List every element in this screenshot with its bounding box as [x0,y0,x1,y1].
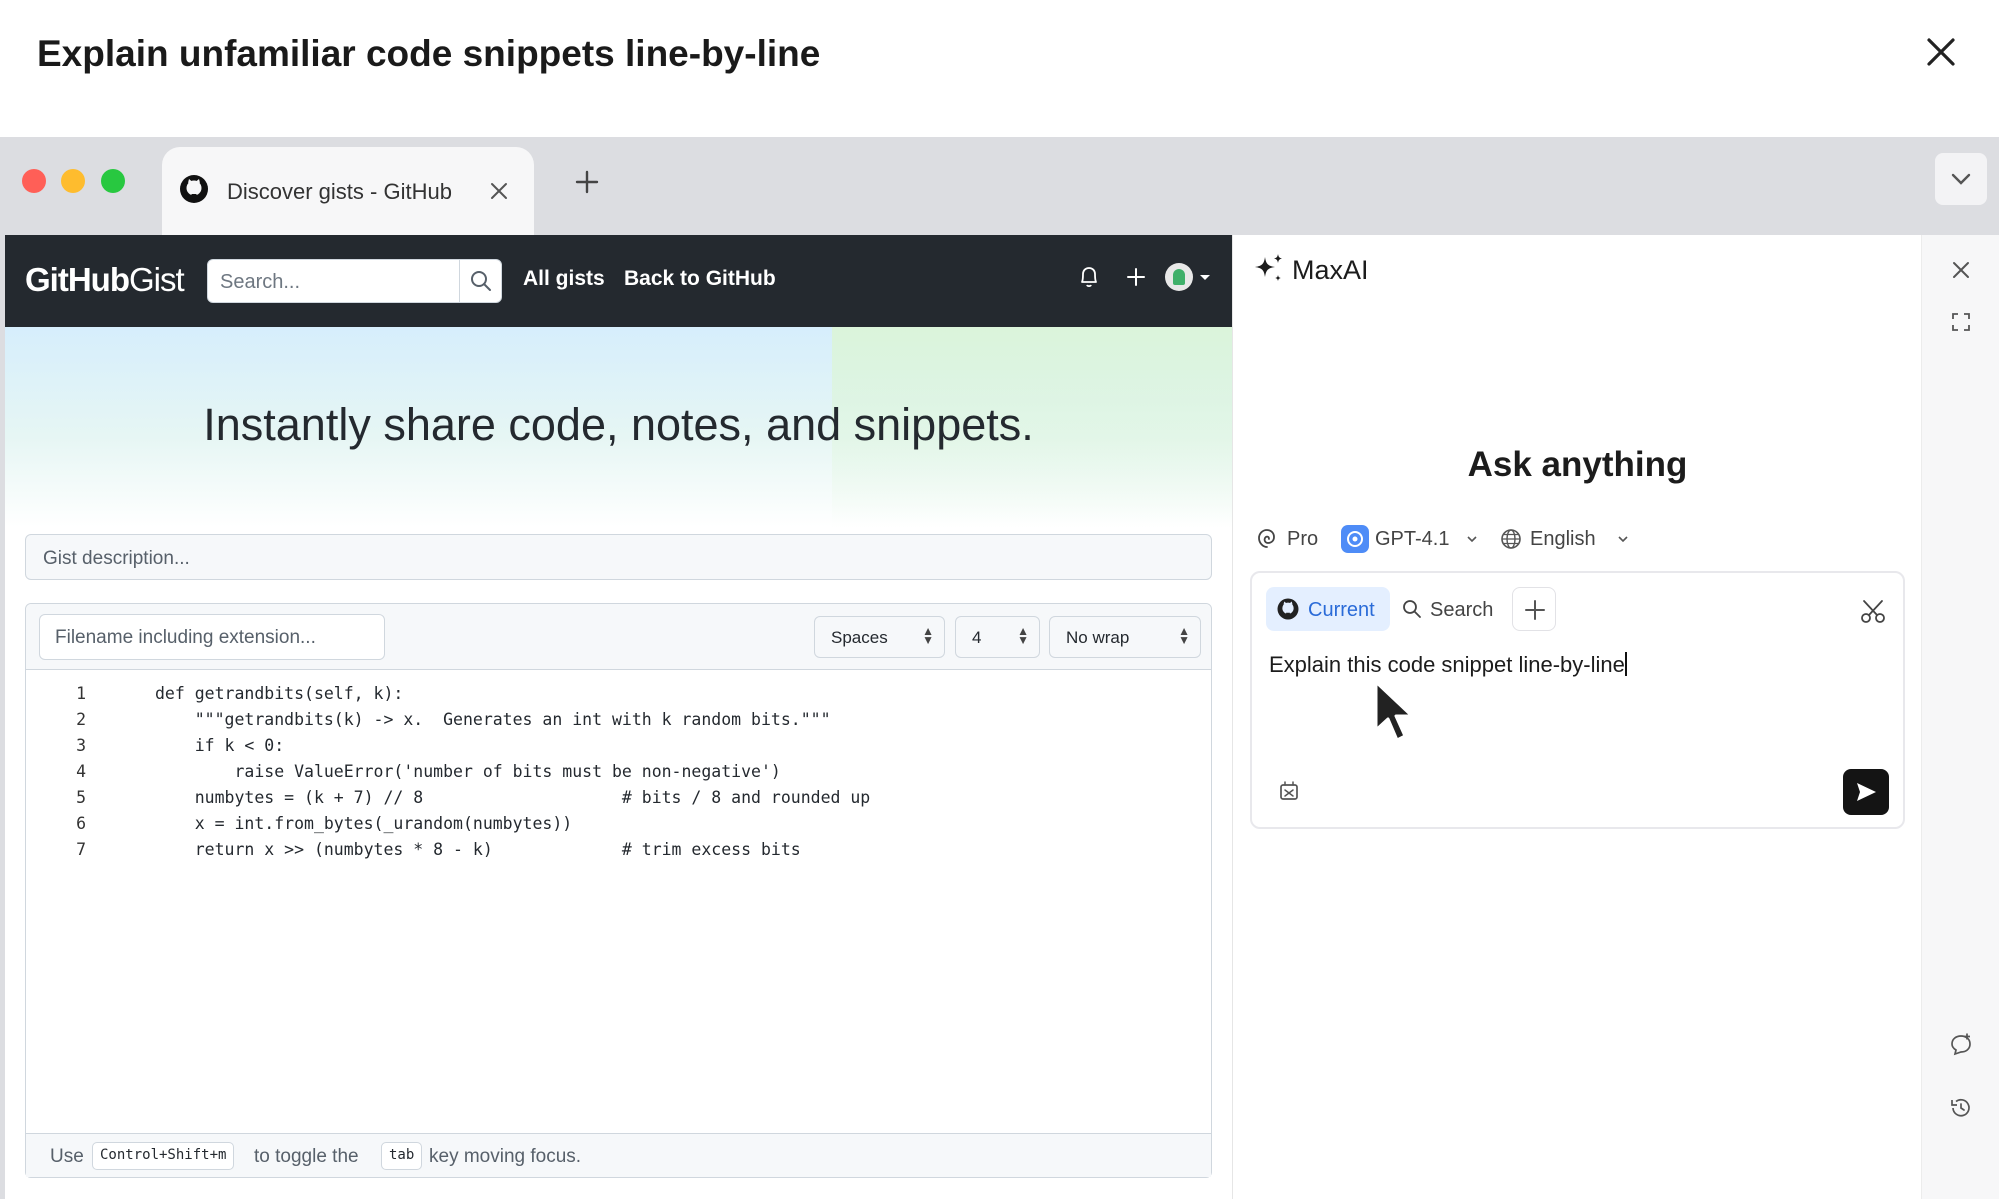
search-placeholder: Search... [220,271,301,293]
maxai-side-rail [1921,235,1999,1199]
select-arrows-icon: ▲ ▼ [1178,624,1190,647]
globe-icon [1501,529,1521,549]
gist-search-input[interactable]: Search... [207,259,502,303]
github-icon [1277,598,1299,620]
context-search-button[interactable]: Search [1394,587,1506,631]
history-icon[interactable] [1948,1095,1974,1121]
avatar[interactable] [1165,263,1193,291]
context-current-button[interactable]: Current [1266,587,1390,631]
code-line: 5 numbytes = (k + 7) // 8 # bits / 8 and… [76,788,871,807]
text-caret [1624,652,1627,676]
plus-icon[interactable] [572,167,602,197]
editor-footer: Use Control+Shift+m to toggle the tab ke… [26,1133,1211,1177]
wrap-mode-select[interactable]: No wrap ▲ ▼ [1049,616,1201,658]
ask-heading: Ask anything [1467,445,1688,484]
close-icon[interactable] [1921,32,1961,72]
code-line: 4 raise ValueError('number of bits must … [76,762,781,781]
new-chat-icon[interactable] [1948,1032,1974,1058]
filename-input[interactable]: Filename including extension... [39,614,385,660]
tab-key: tab [381,1142,423,1170]
model-selector[interactable]: GPT-4.1 [1341,520,1481,556]
chevron-down-icon [1467,536,1477,543]
code-line: 2 """getrandbits(k) -> x. Generates an i… [76,710,831,729]
nav-all-gists[interactable]: All gists [523,267,605,291]
openai-icon [1341,525,1369,553]
github-gist-page: GitHubGist Search... All gists Back to G… [5,235,1232,1199]
search-button[interactable] [459,260,501,302]
code-line: 6 x = int.from_bytes(_urandom(numbytes)) [76,814,573,833]
modal-header: Explain unfamiliar code snippets line-by… [0,0,1999,137]
chat-composer: Current Search Explain this code snippet… [1250,571,1905,829]
indent-size-select[interactable]: 4 ▲ ▼ [955,616,1040,658]
zoom-window-button[interactable] [101,169,125,193]
search-icon [471,271,491,291]
maxai-panel: MaxAI Ask anything Pro GPT-4.1 English C… [1232,235,1999,1199]
plus-icon[interactable] [1122,263,1150,291]
select-arrows-icon: ▲ ▼ [1017,624,1029,647]
scissors-icon[interactable] [1859,597,1887,625]
gist-description-input[interactable]: Gist description... [25,534,1212,580]
editor-toolbar: Filename including extension... Spaces ▲… [26,604,1211,670]
code-area[interactable]: 1 def getrandbits(self, k): 2 """getrandb… [26,684,1211,866]
indent-mode-select[interactable]: Spaces ▲ ▼ [814,616,945,658]
tab-title: Discover gists - GitHub [227,179,452,204]
gist-header: GitHubGist Search... All gists Back to G… [5,235,1232,327]
filename-placeholder: Filename including extension... [55,627,316,648]
tab-bar: Discover gists - GitHub [0,137,1999,235]
clear-chat-icon[interactable] [1276,777,1302,803]
code-line: 1 def getrandbits(self, k): [76,684,404,703]
plan-selector[interactable]: Pro [1255,520,1325,556]
select-arrows-icon: ▲ ▼ [922,624,934,647]
expand-icon[interactable] [1948,309,1974,335]
close-icon[interactable] [1948,257,1974,283]
browser-window: Discover gists - GitHub GitHubGist Searc… [0,137,1999,1199]
gist-logo[interactable]: GitHubGist [25,261,185,299]
add-context-button[interactable] [1512,587,1556,631]
hero-banner: Instantly share code, notes, and snippet… [5,327,1232,527]
minimize-window-button[interactable] [61,169,85,193]
send-icon [1857,783,1876,801]
tab-close-icon[interactable] [488,180,510,202]
chevron-down-icon [1951,173,1971,185]
nav-back-to-github[interactable]: Back to GitHub [624,267,776,291]
code-line: 3 if k < 0: [76,736,285,755]
send-button[interactable] [1843,769,1889,815]
github-icon [180,175,208,203]
bell-icon[interactable] [1075,263,1103,291]
browser-tab[interactable]: Discover gists - GitHub [162,147,534,235]
language-selector[interactable]: English [1500,520,1630,556]
modal-title: Explain unfamiliar code snippets line-by… [37,33,821,74]
caret-down-icon[interactable] [1197,263,1213,291]
page-viewport: GitHubGist Search... All gists Back to G… [5,235,1999,1199]
close-window-button[interactable] [22,169,46,193]
plus-icon [1525,600,1545,620]
sparkle-icon [1255,254,1282,281]
key-combo: Control+Shift+m [92,1142,235,1170]
spiral-icon [1258,529,1275,548]
tabs-dropdown-button[interactable] [1935,153,1987,205]
maxai-title: MaxAI [1292,255,1369,285]
search-icon [1403,600,1421,618]
chevron-down-icon [1618,536,1628,543]
description-placeholder: Gist description... [43,548,190,569]
code-line: 7 return x >> (numbytes * 8 - k) # trim … [76,840,801,859]
prompt-input[interactable]: Explain this code snippet line-by-line [1269,652,1627,678]
hero-title: Instantly share code, notes, and snippet… [203,399,1034,450]
code-editor: Filename including extension... Spaces ▲… [25,603,1212,1178]
